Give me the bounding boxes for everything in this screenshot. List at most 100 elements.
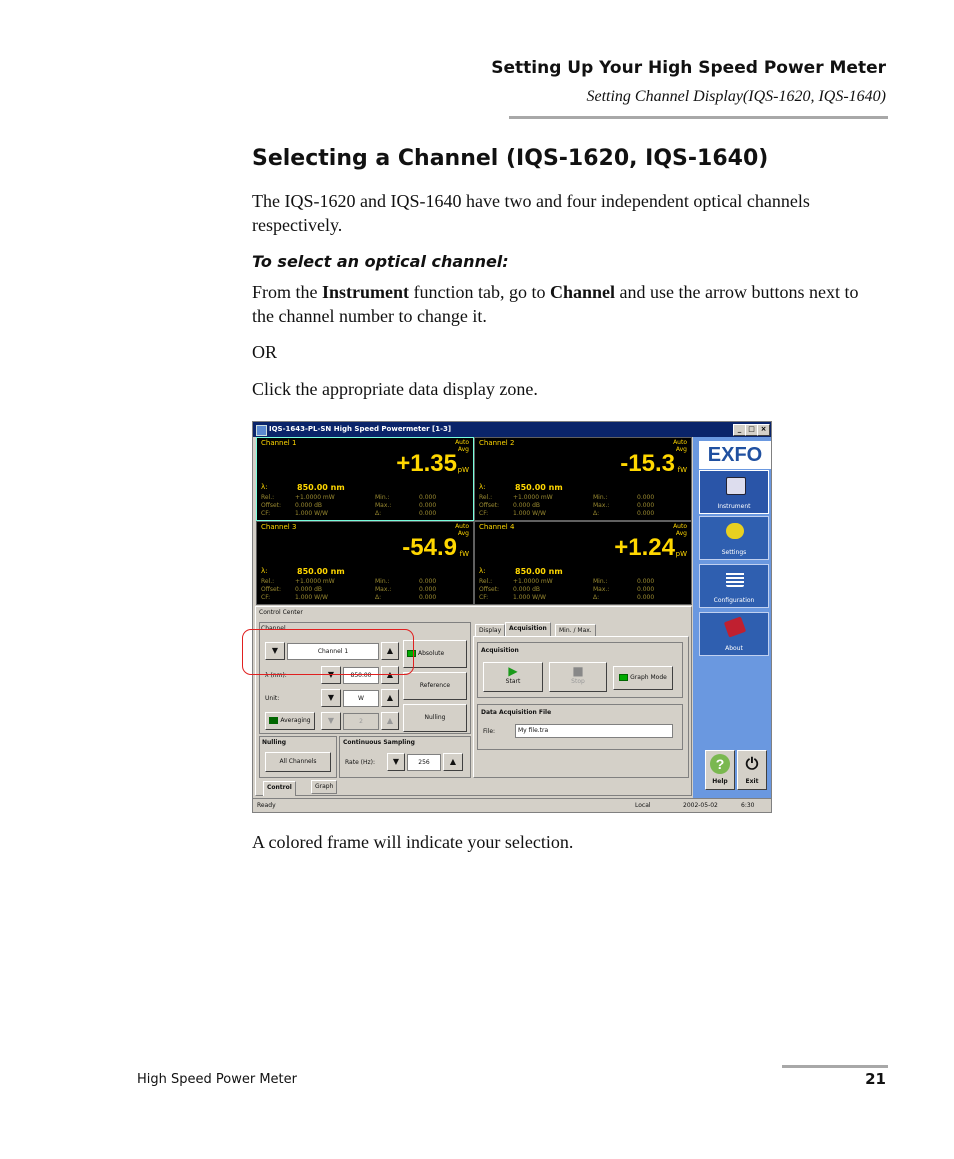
channel-name: Channel 2	[479, 439, 515, 447]
lambda-label: λ:	[261, 483, 268, 491]
nulling-button[interactable]: Nulling	[403, 704, 467, 732]
lambda-value: 850.00 nm	[297, 567, 345, 576]
configuration-tab-button[interactable]: Configuration	[699, 564, 769, 608]
channel-power-unit: fW	[677, 466, 687, 474]
file-label: File:	[483, 728, 496, 735]
step1-pre: From the	[252, 282, 322, 302]
channel-power-value: +1.35	[396, 450, 457, 477]
step-1: From the Instrument function tab, go to …	[252, 280, 862, 328]
reference-button[interactable]: Reference	[403, 672, 467, 700]
step1-mid: function tab, go to	[409, 282, 550, 302]
lambda-value: 850.00 nm	[297, 483, 345, 492]
step1-instrument: Instrument	[322, 282, 410, 302]
lambda-label: λ:	[479, 567, 486, 575]
settings-tab-button[interactable]: Settings	[699, 516, 769, 560]
rate-down-button[interactable]: ▼	[387, 753, 405, 771]
running-header-subtitle: Setting Channel Display(IQS-1620, IQS-16…	[586, 88, 886, 105]
or-text: OR	[252, 342, 278, 362]
status-local: Local	[635, 802, 651, 809]
graph-mode-led	[619, 674, 629, 681]
channel-mode: Auto Avg	[673, 439, 687, 453]
file-name-input[interactable]: My file.tra	[515, 724, 673, 738]
header-rule	[509, 116, 888, 119]
averaging-led	[269, 717, 279, 724]
averaging-value[interactable]: 2	[343, 713, 379, 730]
footer-book-title: High Speed Power Meter	[137, 1072, 297, 1087]
instrument-icon	[726, 477, 746, 495]
app-icon	[256, 425, 267, 436]
channel-stats: Rel.: +1.0000 mW Min.: 0.000 Offset: 0.000 d…	[261, 578, 437, 601]
procedure-title: To select an optical channel:	[252, 252, 509, 271]
lambda-value: 850.00 nm	[515, 483, 563, 492]
intro-paragraph: The IQS-1620 and IQS-1640 have two and f…	[252, 191, 810, 235]
help-label: Help	[712, 778, 728, 785]
averaging-toggle[interactable]: Averaging	[265, 712, 315, 730]
app-titlebar: IQS-1643-PL-SN High Speed Powermeter [1-…	[253, 422, 771, 437]
unit-up-button[interactable]: ▲	[381, 689, 399, 707]
stop-label: Stop	[571, 678, 585, 685]
status-date: 2002-05-02	[683, 802, 718, 809]
start-button[interactable]: ▶ Start	[483, 662, 543, 692]
channel-4-display[interactable]: Channel 4 Auto Avg +1.24 pW λ: 850.00 nm …	[474, 521, 692, 605]
configuration-grid-icon	[726, 571, 744, 587]
close-button[interactable]: ×	[757, 424, 770, 436]
lambda-label: λ:	[261, 567, 268, 575]
unit-label: Unit:	[265, 695, 280, 702]
power-icon: ⏻	[745, 754, 759, 773]
play-icon: ▶	[508, 664, 518, 678]
exit-label: Exit	[745, 778, 759, 785]
start-label: Start	[505, 678, 521, 685]
about-tab-button[interactable]: About	[699, 612, 769, 656]
channel-stats: Rel.: +1.0000 mW Min.: 0.000 Offset: 0.000 d…	[479, 578, 655, 601]
channel-3-display[interactable]: Channel 3 Auto Avg -54.9 fW λ: 850.00 nm …	[256, 521, 474, 605]
continuous-sampling-title: Continuous Sampling	[343, 739, 415, 746]
figure-caption: A colored frame will indicate your selec…	[252, 832, 574, 852]
stop-button[interactable]: ■ Stop	[549, 662, 607, 692]
unit-select[interactable]: W	[343, 690, 379, 707]
averaging-up-button[interactable]: ▲	[381, 712, 399, 730]
selection-highlight-frame	[242, 629, 414, 675]
instrument-label: Instrument	[717, 503, 751, 510]
control-center-title: Control Center	[259, 609, 303, 616]
unit-down-button[interactable]: ▼	[321, 689, 341, 707]
channel-mode: Auto Avg	[673, 523, 687, 537]
channel-1-display[interactable]: Channel 1 Auto Avg +1.35 pW λ: 850.00 nm …	[256, 437, 474, 521]
tab-graph[interactable]: Graph	[311, 780, 338, 794]
about-book-icon	[723, 616, 747, 638]
data-acquisition-file-title: Data Acquisition File	[481, 709, 552, 716]
graph-mode-toggle[interactable]: Graph Mode	[613, 666, 673, 690]
rate-input[interactable]: 256	[407, 754, 441, 771]
channel-name: Channel 1	[261, 439, 297, 447]
acquisition-group-title: Acquisition	[481, 647, 519, 654]
tab-acquisition[interactable]: Acquisition	[505, 622, 551, 637]
status-time: 6:30	[741, 802, 755, 809]
running-header-title: Setting Up Your High Speed Power Meter	[491, 58, 886, 78]
tab-control[interactable]: Control	[263, 781, 296, 796]
channel-power-value: -15.3	[620, 450, 675, 477]
channel-stats: Rel.: +1.0000 mW Min.: 0.000 Offset: 0.000 d…	[261, 494, 437, 517]
nulling-group-title: Nulling	[262, 739, 287, 746]
app-window: IQS-1643-PL-SN High Speed Powermeter [1-…	[252, 421, 772, 813]
help-icon: ?	[710, 754, 730, 774]
settings-gear-icon	[726, 523, 744, 539]
section-heading: Selecting a Channel (IQS-1620, IQS-1640)	[252, 146, 769, 171]
channel-power-unit: pW	[675, 550, 687, 558]
channel-mode: Auto Avg	[455, 523, 469, 537]
lambda-label: λ:	[479, 483, 486, 491]
status-bar: Ready Local 2002-05-02 6:30	[253, 798, 771, 812]
exit-button[interactable]: ⏻ Exit	[737, 750, 767, 790]
help-button[interactable]: ? Help	[705, 750, 735, 790]
instrument-tab-button[interactable]: Instrument	[699, 470, 769, 514]
all-channels-button[interactable]: All Channels	[265, 752, 331, 772]
channel-power-value: -54.9	[402, 534, 457, 561]
stop-icon: ■	[572, 664, 584, 678]
about-label: About	[725, 645, 743, 652]
averaging-down-button[interactable]: ▼	[321, 712, 341, 730]
channel-power-unit: fW	[459, 550, 469, 558]
channel-2-display[interactable]: Channel 2 Auto Avg -15.3 fW λ: 850.00 nm …	[474, 437, 692, 521]
channel-name: Channel 3	[261, 523, 297, 531]
footer-rule	[782, 1065, 888, 1068]
exfo-logo: EXFO	[699, 441, 771, 469]
rate-up-button[interactable]: ▲	[443, 753, 463, 771]
channel-mode: Auto Avg	[455, 439, 469, 453]
